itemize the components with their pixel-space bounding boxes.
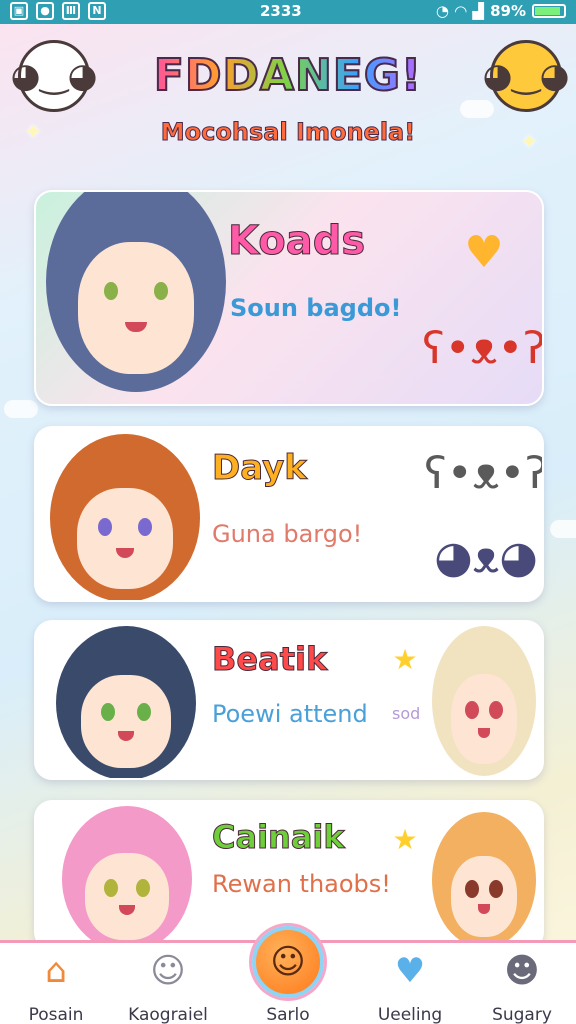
sparkle-icon: ✦: [520, 130, 539, 155]
character-avatar: [432, 626, 536, 776]
cloud-decoration: [4, 400, 38, 418]
status-right-icons: ◔ ◠ ▟ 89%: [436, 2, 566, 20]
nav-label: Ueeling: [377, 1005, 443, 1024]
nav-item-posain[interactable]: ⌂ Posain: [8, 951, 104, 1024]
nav-item-ueeling[interactable]: ♥ Ueeling: [362, 951, 458, 1024]
app-subtitle: Mocohsal Imonela!: [160, 118, 416, 147]
nav-item-sugary[interactable]: ☻ Sugary: [474, 951, 570, 1024]
app-title: FDDANEG!: [150, 49, 426, 102]
wifi-icon: ◠: [455, 2, 467, 20]
card-title: Beatik: [211, 640, 328, 679]
circle-icon: ●: [36, 2, 54, 20]
nav-label: Posain: [28, 1005, 84, 1024]
character-avatar: [432, 812, 536, 948]
character-card[interactable]: Koads Soun bagdo! ♥ ʕ•ᴥ•ʔ: [34, 190, 544, 406]
status-bar: ▣ ● Ⅲ N 2333 ◔ ◠ ▟ 89%: [0, 0, 576, 24]
nav-label: Sugary: [492, 1005, 552, 1024]
ghost-mascot-icon: ◕‿◕: [11, 40, 97, 112]
character-card[interactable]: Dayk Guna bargo! ʕ•ᴥ•ʔ ◕ᴥ◕: [34, 426, 544, 602]
nav-label: Kaograiel: [128, 1005, 208, 1024]
character-avatar: [56, 626, 196, 778]
nav-label: Sarlo: [266, 1005, 310, 1024]
ghost-icon: ☺: [150, 951, 186, 991]
cloud-decoration: [460, 100, 494, 118]
card-subtitle: Soun bagdo!: [230, 294, 402, 322]
heart-icon: ♥: [394, 951, 426, 991]
bear-sticker-icon: ʕ•ᴥ•ʔ: [422, 322, 544, 374]
card-title: Koads: [227, 218, 366, 265]
card-extra-text: sod: [392, 704, 421, 723]
character-card[interactable]: Beatik Poewi attend sod ★: [34, 620, 544, 780]
bunny-sticker-icon: ◕ᴥ◕: [434, 531, 538, 583]
status-left-icons: ▣ ● Ⅲ N: [10, 2, 106, 20]
card-subtitle: Rewan thaobs!: [212, 870, 391, 898]
profile-icon: ☻: [504, 951, 540, 991]
sim-icon: ▣: [10, 2, 28, 20]
character-avatar: [46, 192, 226, 392]
heart-sticker-icon: ♥: [464, 226, 504, 278]
card-subtitle: Poewi attend: [212, 700, 368, 728]
smiley-icon: ☺: [270, 942, 306, 982]
status-time: 2333: [260, 2, 302, 20]
card-title: Cainaik: [212, 818, 346, 857]
character-avatar: [62, 806, 192, 948]
card-subtitle: Guna bargo!: [212, 520, 363, 548]
sparkle-icon: ✦: [24, 120, 43, 145]
card-title: Dayk: [212, 448, 308, 489]
smiley-center-button[interactable]: ☺: [252, 926, 324, 998]
star-sticker-icon: ★: [392, 642, 418, 676]
home-icon: ⌂: [45, 951, 67, 991]
character-avatar: [50, 434, 200, 600]
nfc-icon: N: [88, 2, 106, 20]
nav-item-kaograiel[interactable]: ☺ Kaograiel: [120, 951, 216, 1024]
star-sticker-icon: ★: [392, 822, 418, 856]
battery-percent: 89%: [490, 2, 526, 20]
signal-icon: ▟: [472, 2, 485, 20]
grid-icon: Ⅲ: [62, 2, 80, 20]
battery-icon: [532, 4, 566, 18]
sun-mascot-icon: ◕‿◕: [483, 40, 569, 112]
panda-sticker-icon: ʕ•ᴥ•ʔ: [424, 447, 544, 499]
cloud-decoration: [550, 520, 576, 538]
alarm-icon: ◔: [435, 2, 449, 20]
